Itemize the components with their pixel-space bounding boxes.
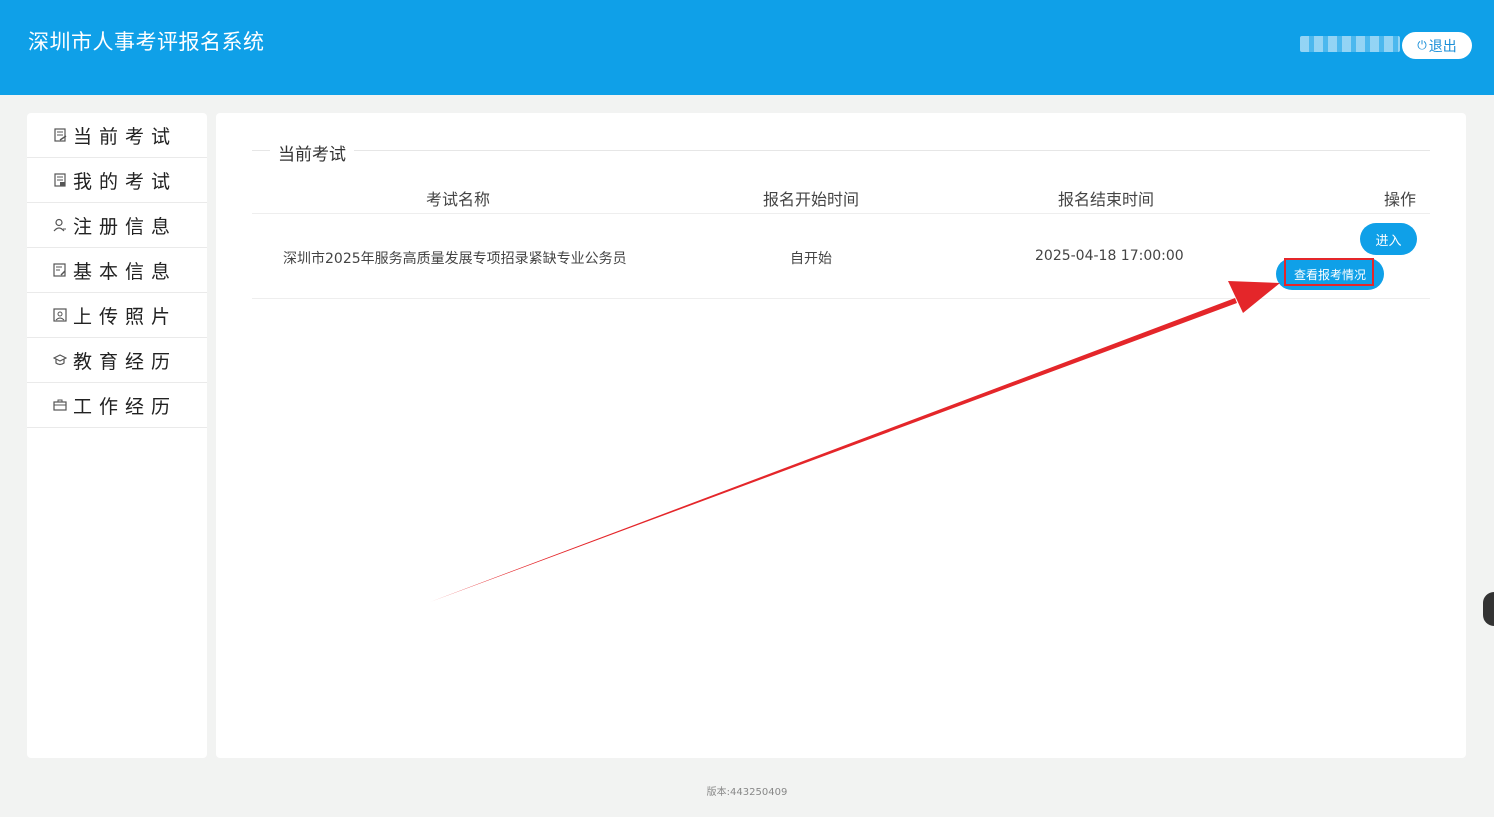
app-title: 深圳市人事考评报名系统 [28, 30, 265, 54]
start-time-cell: 自开始 [790, 251, 832, 267]
section-title: 当前考试 [270, 140, 354, 165]
main-panel: 当前考试 考试名称 报名开始时间 报名结束时间 操作 深圳市2025年服务高质量… [216, 113, 1466, 758]
column-header-actions: 操作 [1384, 190, 1417, 209]
sidebar-item-upload-photo[interactable]: 上传照片 [27, 293, 207, 338]
enter-button[interactable]: 进入 [1360, 223, 1417, 255]
sidebar-item-label: 基本信息 [73, 260, 178, 283]
table-header-divider [252, 213, 1430, 214]
column-header-exam-name: 考试名称 [426, 190, 491, 209]
power-icon: ⏻ [1417, 38, 1427, 52]
sidebar: 当前考试 我的考试 注册信息 基本信息 上传照片 教育经历 工作经历 [27, 113, 207, 758]
id-card-icon [53, 263, 67, 277]
sidebar-item-my-exams[interactable]: 我的考试 [27, 158, 207, 203]
floating-side-handle[interactable] [1483, 592, 1494, 626]
view-application-status-button[interactable]: 查看报考情况 [1276, 258, 1384, 290]
sidebar-item-label: 我的考试 [73, 170, 178, 193]
sidebar-item-label: 当前考试 [73, 125, 178, 148]
photo-icon [53, 308, 67, 322]
column-header-start-time: 报名开始时间 [763, 190, 860, 209]
logout-button[interactable]: ⏻ 退出 [1402, 32, 1472, 59]
table-row-divider [252, 298, 1430, 299]
briefcase-icon [53, 398, 67, 412]
version-label: 版本:443250409 [706, 787, 788, 798]
user-icon [53, 218, 67, 232]
logout-label: 退出 [1428, 38, 1457, 55]
my-exam-icon [53, 173, 67, 187]
end-time-cell: 2025-04-18 17:00:00 [1035, 248, 1184, 264]
sidebar-item-education[interactable]: 教育经历 [27, 338, 207, 383]
app-header: 深圳市人事考评报名系统 ⏻ 退出 [0, 0, 1494, 95]
exam-name-cell: 深圳市2025年服务高质量发展专项招录紧缺专业公务员 [283, 251, 627, 267]
sidebar-item-basic-info[interactable]: 基本信息 [27, 248, 207, 293]
exam-list-icon [53, 128, 67, 142]
section-divider [252, 150, 1430, 151]
sidebar-item-label: 教育经历 [73, 350, 178, 373]
sidebar-item-label: 工作经历 [73, 395, 178, 418]
sidebar-item-work-experience[interactable]: 工作经历 [27, 383, 207, 428]
sidebar-item-label: 注册信息 [73, 215, 178, 238]
column-header-end-time: 报名结束时间 [1058, 190, 1155, 209]
sidebar-item-label: 上传照片 [73, 305, 178, 328]
graduation-cap-icon [53, 353, 67, 367]
sidebar-item-registration-info[interactable]: 注册信息 [27, 203, 207, 248]
user-name-redacted [1300, 36, 1400, 52]
sidebar-item-current-exams[interactable]: 当前考试 [27, 113, 207, 158]
